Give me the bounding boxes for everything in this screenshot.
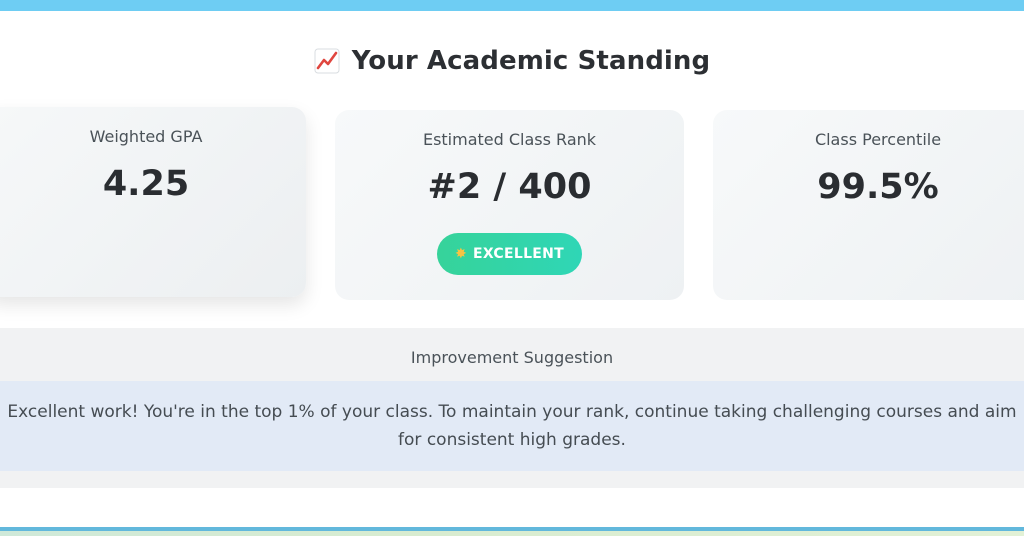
excellent-badge: ✸ EXCELLENT (436, 233, 583, 275)
suggestion-box: Excellent work! You're in the top 1% of … (0, 381, 1024, 471)
class-percentile-value: 99.5% (817, 167, 939, 207)
improvement-suggestion-panel: Improvement Suggestion Excellent work! Y… (0, 328, 1024, 488)
chart-increasing-icon (314, 48, 340, 74)
top-accent-bar (0, 0, 1024, 11)
gpa-card: Weighted GPA 4.25 (0, 107, 306, 297)
gpa-value: 4.25 (102, 164, 190, 204)
suggestion-text: Excellent work! You're in the top 1% of … (7, 402, 1017, 450)
class-rank-label: Estimated Class Rank (422, 130, 597, 149)
page-title: Your Academic Standing (351, 46, 711, 76)
bottom-strip (0, 531, 1024, 536)
star-icon: ✸ (454, 246, 467, 262)
class-rank-value: #2 / 400 (427, 167, 592, 207)
class-percentile-card: Class Percentile 99.5% (713, 110, 1024, 300)
badge-label: EXCELLENT (472, 246, 565, 262)
class-percentile-label: Class Percentile (814, 130, 942, 149)
suggestion-title: Improvement Suggestion (410, 348, 614, 367)
class-rank-card: Estimated Class Rank #2 / 400 ✸ EXCELLEN… (335, 110, 684, 300)
section-heading: Your Academic Standing (0, 46, 1024, 76)
gpa-label: Weighted GPA (89, 127, 203, 146)
